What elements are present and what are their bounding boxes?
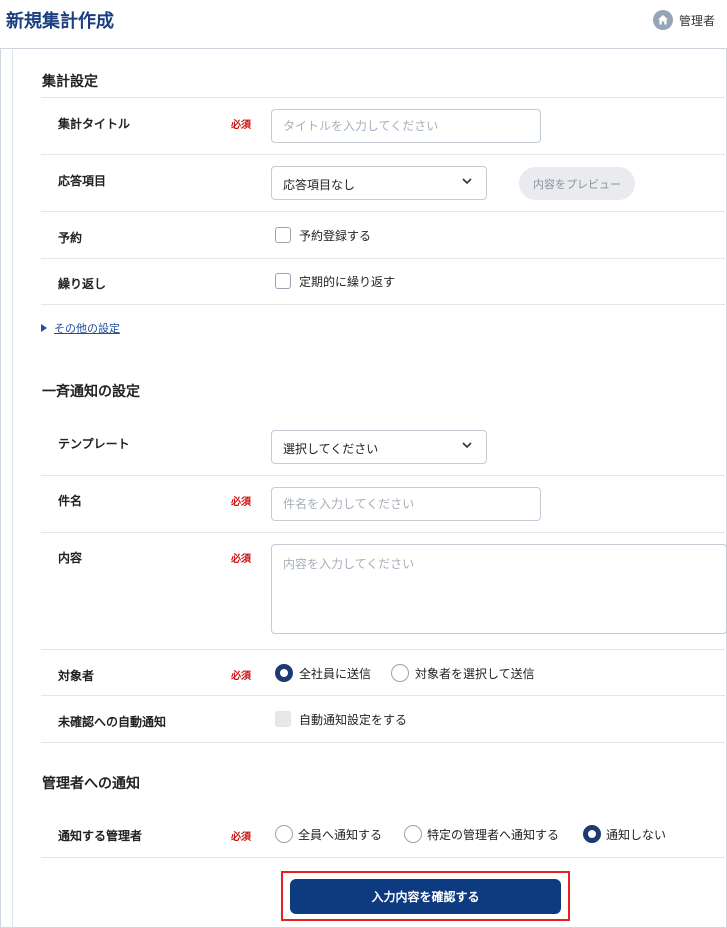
chevron-down-icon: [462, 178, 472, 185]
section-title-admin: 管理者への通知: [42, 776, 140, 792]
section-title-aggregate: 集計設定: [42, 74, 98, 90]
row-template: テンプレート 選択してください: [41, 419, 727, 476]
page-header: 新規集計作成 管理者: [0, 0, 727, 49]
row-target: 対象者 必須 全社員に送信 対象者を選択して送信: [41, 650, 727, 696]
row-answer-item: 応答項目 応答項目なし 内容をプレビュー: [41, 155, 727, 212]
reservation-checkbox[interactable]: [275, 227, 291, 243]
radio-label: 通知しない: [606, 828, 667, 842]
row-auto-notify: 未確認への自動通知 自動通知設定をする: [41, 696, 727, 743]
select-value: 選択してください: [283, 442, 379, 456]
row-label: 内容: [58, 551, 83, 565]
row-reservation: 予約 予約登録する: [41, 212, 727, 259]
content-textarea[interactable]: [271, 544, 727, 634]
row-label: 応答項目: [58, 174, 107, 188]
radio-label: 全社員に送信: [299, 667, 372, 681]
row-label: テンプレート: [58, 437, 130, 451]
subject-input[interactable]: [271, 487, 541, 521]
target-all-radio[interactable]: [275, 664, 293, 682]
row-label: 繰り返し: [58, 277, 107, 291]
left-gutter-line: [12, 50, 13, 928]
admin-menu[interactable]: 管理者: [652, 9, 715, 31]
notify-none-radio[interactable]: [583, 825, 601, 843]
chevron-down-icon: [462, 442, 472, 449]
checkbox-label: 予約登録する: [299, 229, 372, 243]
radio-label: 全員へ通知する: [298, 828, 383, 842]
radio-label: 特定の管理者へ通知する: [427, 828, 560, 842]
row-label: 未確認への自動通知: [58, 715, 167, 729]
required-badge: 必須: [231, 120, 251, 131]
row-repeat: 繰り返し 定期的に繰り返す: [41, 259, 727, 305]
triangle-right-icon: [41, 324, 47, 332]
confirm-submit-button[interactable]: 入力内容を確認する: [290, 879, 561, 914]
auto-notify-checkbox[interactable]: [275, 711, 291, 727]
row-content: 内容 必須: [41, 533, 727, 650]
other-settings-link[interactable]: その他の設定: [41, 320, 120, 336]
row-subject: 件名 必須: [41, 476, 727, 533]
preview-button[interactable]: 内容をプレビュー: [519, 167, 635, 200]
target-select-radio[interactable]: [391, 664, 409, 682]
row-label: 予約: [58, 231, 83, 245]
other-settings-text: その他の設定: [54, 322, 120, 335]
row-label: 件名: [58, 494, 83, 508]
repeat-checkbox[interactable]: [275, 273, 291, 289]
required-badge: 必須: [231, 554, 251, 565]
row-aggregate-title: 集計タイトル 必須: [41, 98, 727, 155]
notify-specific-radio[interactable]: [404, 825, 422, 843]
aggregate-title-input[interactable]: [271, 109, 541, 143]
checkbox-label: 定期的に繰り返す: [299, 275, 396, 289]
checkbox-label: 自動通知設定をする: [299, 713, 408, 727]
page-title: 新規集計作成: [6, 11, 114, 32]
row-label: 集計タイトル: [58, 117, 131, 131]
required-badge: 必須: [231, 832, 251, 843]
answer-item-select[interactable]: 応答項目なし: [271, 166, 487, 200]
required-badge: 必須: [231, 671, 251, 682]
row-label: 対象者: [58, 669, 95, 683]
select-value: 応答項目なし: [283, 178, 356, 192]
section-title-notification: 一斉通知の設定: [42, 384, 140, 400]
row-label: 通知する管理者: [58, 829, 143, 843]
row-notify-admin: 通知する管理者 必須 全員へ通知する 特定の管理者へ通知する 通知しない: [41, 811, 727, 858]
notify-all-radio[interactable]: [275, 825, 293, 843]
home-icon: [652, 10, 673, 30]
template-select[interactable]: 選択してください: [271, 430, 487, 464]
admin-label: 管理者: [678, 13, 715, 28]
required-badge: 必須: [231, 497, 251, 508]
radio-label: 対象者を選択して送信: [415, 667, 535, 681]
